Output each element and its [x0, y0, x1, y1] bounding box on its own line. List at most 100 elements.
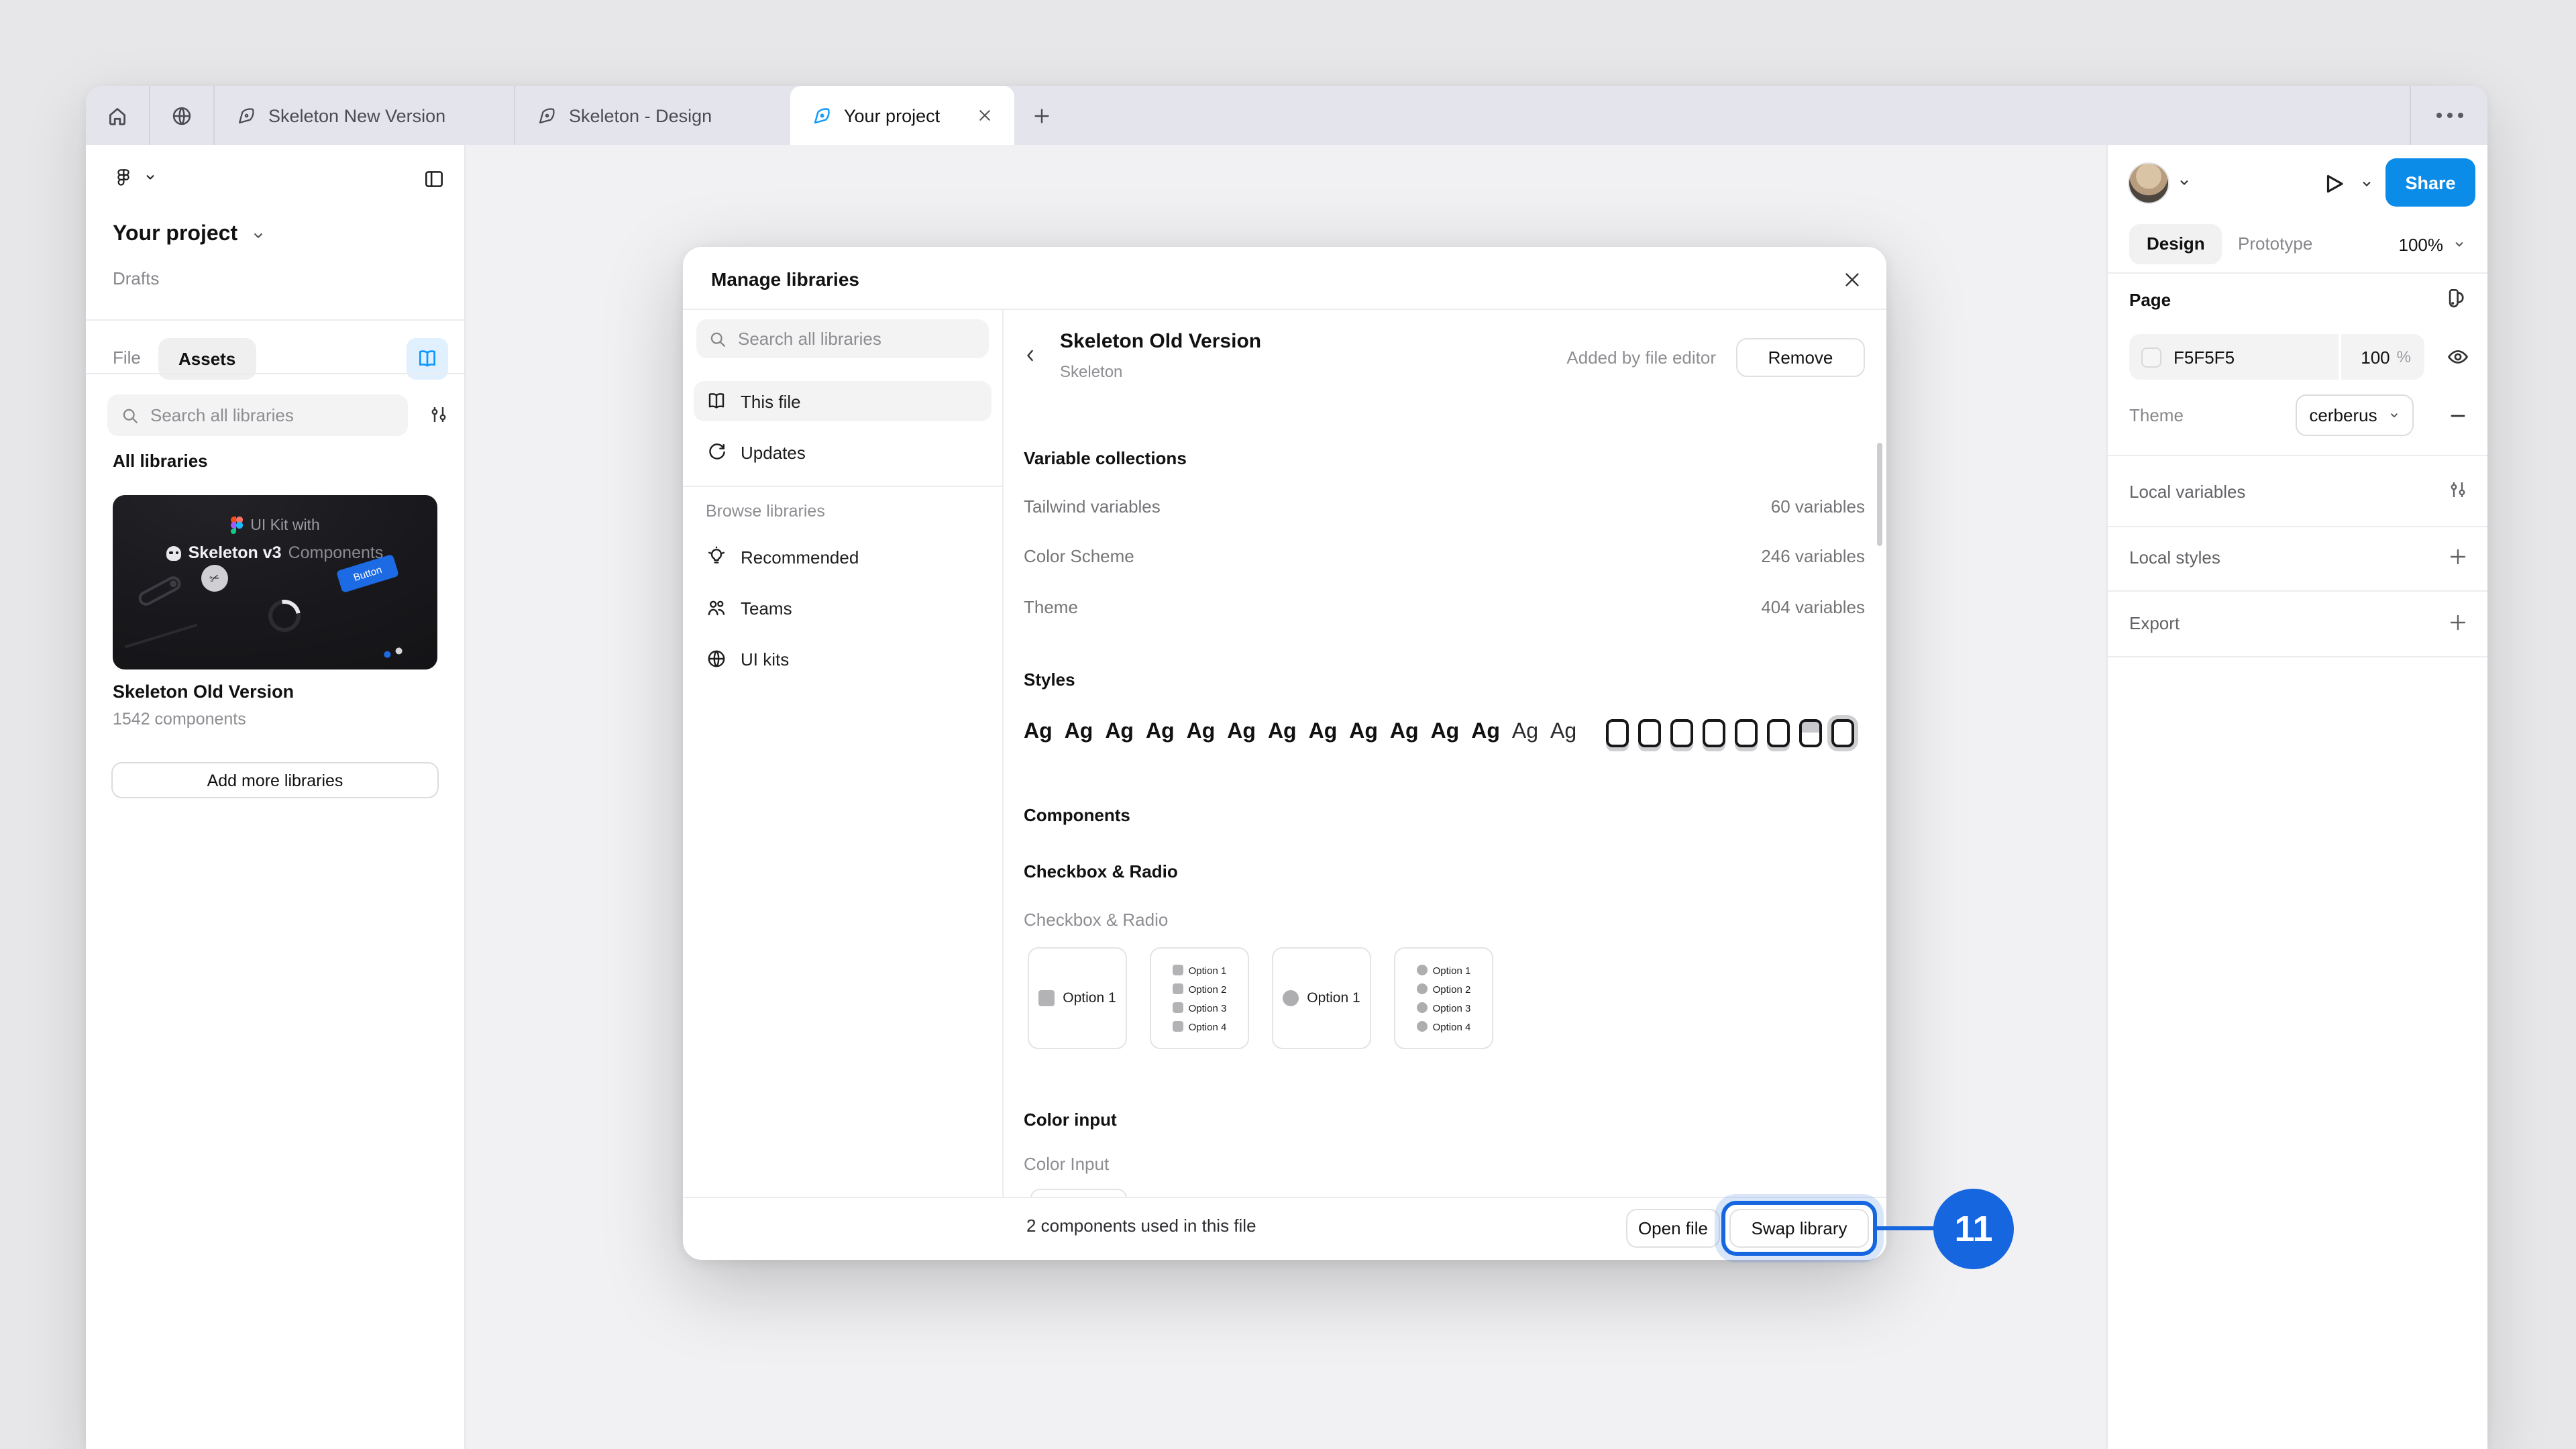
components-heading: Components: [1024, 805, 1130, 825]
checkbox-icon: [1038, 990, 1055, 1006]
library-meta: 1542 components: [113, 710, 246, 729]
component-group-subtitle: Checkbox & Radio: [1024, 910, 1168, 930]
theme-label: Theme: [2129, 405, 2184, 425]
radio-icon: [1417, 965, 1428, 975]
modal-scrollbar[interactable]: [1877, 443, 1882, 546]
nav-this-file[interactable]: This file: [694, 381, 991, 421]
styles-swatch-icon[interactable]: [2443, 286, 2467, 310]
styles-heading: Styles: [1024, 669, 1075, 690]
line-decoration: [125, 624, 197, 649]
main-menu-button[interactable]: [113, 166, 157, 188]
component-card-checkbox-single[interactable]: Option 1: [1028, 947, 1127, 1049]
present-chevron-icon[interactable]: [2360, 177, 2373, 191]
tab-file[interactable]: File: [113, 347, 141, 368]
modal-search-input[interactable]: [738, 329, 966, 349]
library-name[interactable]: Skeleton Old Version: [113, 682, 294, 702]
variable-row: Theme 404 variables: [1024, 589, 1865, 624]
draft-pen-icon: [537, 105, 557, 125]
tab-label: Skeleton - Design: [569, 105, 712, 125]
plus-icon: [1031, 105, 1051, 125]
modal-close-button[interactable]: [1837, 264, 1866, 294]
opacity-value: 100: [2361, 347, 2390, 367]
page-color-field[interactable]: F5F5F5: [2129, 334, 2339, 380]
divider: [683, 486, 1002, 487]
remove-library-button[interactable]: Remove: [1736, 338, 1865, 377]
project-title: Your project: [113, 223, 237, 247]
project-switcher[interactable]: Your project: [113, 223, 266, 247]
modal-search[interactable]: [696, 319, 989, 358]
present-play-button[interactable]: [2320, 170, 2347, 197]
modal-title: Manage libraries: [711, 268, 859, 290]
library-thumbnail[interactable]: UI Kit with Skeleton v3 Components ✂ But…: [113, 495, 437, 669]
local-variables-row: Local variables: [2108, 455, 2487, 526]
remove-theme-minus-icon[interactable]: [2447, 405, 2469, 427]
tabbar-spacer: [1068, 86, 2410, 145]
color-swatch[interactable]: [2141, 347, 2161, 367]
file-tab-skeleton-new-version[interactable]: Skeleton New Version: [215, 86, 514, 145]
overflow-menu-button[interactable]: [2411, 86, 2487, 145]
avatar-chevron-icon[interactable]: [2178, 176, 2191, 189]
new-tab-button[interactable]: [1014, 86, 1068, 145]
divider: [86, 373, 464, 374]
open-file-button[interactable]: Open file: [1626, 1209, 1720, 1248]
community-button[interactable]: [150, 86, 213, 145]
add-more-libraries-button[interactable]: Add more libraries: [111, 762, 439, 798]
component-card-radio-group[interactable]: Option 1 Option 2 Option 3 Option 4: [1394, 947, 1493, 1049]
nav-teams[interactable]: Teams: [694, 588, 991, 628]
project-location: Drafts: [113, 268, 159, 288]
panel-layout-icon: [423, 168, 445, 191]
zoom-value: 100%: [2399, 234, 2444, 254]
swap-library-button[interactable]: Swap library: [1729, 1209, 1869, 1248]
nav-updates[interactable]: Updates: [694, 432, 991, 472]
add-export-plus-icon[interactable]: [2447, 612, 2469, 633]
globe-icon: [706, 648, 727, 669]
export-row: Export: [2108, 590, 2487, 656]
color-hex-value: F5F5F5: [2174, 347, 2235, 367]
radio-icon: [1283, 990, 1299, 1006]
search-icon: [708, 329, 727, 348]
add-style-plus-icon[interactable]: [2447, 546, 2469, 568]
tab-design[interactable]: Design: [2129, 224, 2222, 264]
component-card-radio-single[interactable]: Option 1: [1272, 947, 1371, 1049]
filter-sliders-icon[interactable]: [428, 404, 449, 425]
file-tab-your-project-active[interactable]: Your project: [790, 86, 1014, 145]
divider: [683, 1197, 1886, 1198]
home-button[interactable]: [86, 86, 149, 145]
all-libraries-heading: All libraries: [113, 451, 208, 471]
radio-icon: [1417, 983, 1428, 994]
checkbox-icon: [1173, 965, 1183, 975]
sidebar-search[interactable]: [107, 394, 408, 436]
toggle-sidebar-button[interactable]: [423, 168, 445, 197]
back-chevron-icon[interactable]: [1021, 346, 1040, 365]
variables-sliders-icon[interactable]: [2447, 479, 2469, 500]
figma-logo-icon: [113, 166, 134, 188]
styles-preview-row: AgAgAgAgAgAgAgAgAgAgAgAgAgAg: [1024, 714, 1854, 751]
open-book-icon: [416, 347, 439, 370]
component-card-checkbox-group[interactable]: Option 1 Option 2 Option 3 Option 4: [1150, 947, 1249, 1049]
annotation-connector-line: [1877, 1226, 1935, 1230]
color-input-subtitle: Color Input: [1024, 1154, 1109, 1174]
file-tab-skeleton-design[interactable]: Skeleton - Design: [515, 86, 790, 145]
avatar[interactable]: [2128, 162, 2169, 204]
variable-collections-heading: Variable collections: [1024, 448, 1187, 468]
library-detail-subtitle: Skeleton: [1060, 362, 1122, 381]
zoom-level-dropdown[interactable]: 100%: [2399, 224, 2467, 264]
nav-recommended[interactable]: Recommended: [694, 537, 991, 577]
visibility-eye-icon[interactable]: [2446, 345, 2470, 369]
annotation-step-badge: 11: [1933, 1189, 2014, 1269]
page-opacity-field[interactable]: 100 %: [2341, 334, 2424, 380]
share-button[interactable]: Share: [2385, 158, 2475, 207]
color-input-heading: Color input: [1024, 1110, 1117, 1130]
close-tab-icon[interactable]: [977, 107, 993, 123]
chevron-down-icon: [144, 170, 157, 184]
nav-ui-kits[interactable]: UI kits: [694, 639, 991, 679]
scissors-decoration: ✂: [197, 561, 231, 595]
tab-prototype[interactable]: Prototype: [2230, 224, 2320, 264]
component-group-title: Checkbox & Radio: [1024, 861, 1178, 881]
globe-icon: [170, 104, 193, 127]
local-styles-row: Local styles: [2108, 526, 2487, 590]
theme-select[interactable]: cerberus: [2296, 394, 2414, 436]
checkbox-icon: [1173, 983, 1183, 994]
search-input[interactable]: [150, 405, 365, 425]
added-by-text: Added by file editor: [1566, 347, 1716, 368]
